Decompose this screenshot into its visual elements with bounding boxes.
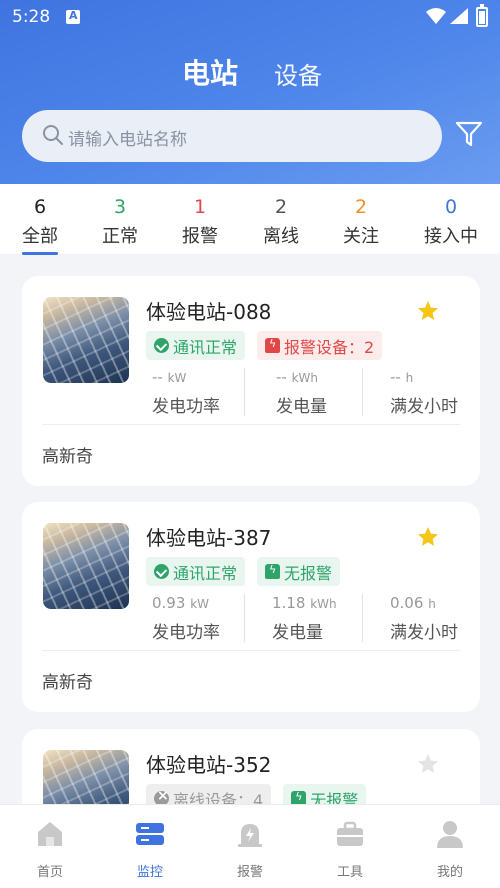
metric-energy: 1.18 kWh 发电量 <box>272 594 337 643</box>
alarm-icon <box>265 563 281 579</box>
station-thumbnail <box>43 523 129 609</box>
category-all[interactable]: 6 全部 <box>5 196 75 255</box>
category-count: 0 <box>444 196 458 218</box>
category-label: 关注 <box>343 226 379 247</box>
notification-app-icon <box>66 9 80 24</box>
category-count: 6 <box>33 196 47 218</box>
category-label: 正常 <box>102 226 138 247</box>
tab-home[interactable]: 首页 <box>15 819 85 880</box>
search-input[interactable]: 请输入电站名称 <box>22 110 442 162</box>
metric-hours: 0.06 h 满发小时 <box>390 594 458 643</box>
category-label: 接入中 <box>424 226 478 247</box>
star-icon[interactable] <box>416 299 440 323</box>
wifi-icon <box>426 8 446 24</box>
station-owner: 高新奇 <box>42 673 93 693</box>
alarm-badge: 报警设备：2 <box>257 331 383 360</box>
divider <box>362 368 363 416</box>
header: 5:28 电站 设备 请输入电站名称 <box>0 0 500 184</box>
station-name: 体验电站-352 <box>146 753 272 777</box>
search-icon <box>43 125 63 145</box>
user-icon <box>437 821 463 848</box>
category-count: 2 <box>274 196 288 218</box>
alarm-icon <box>238 824 262 847</box>
alarm-badge: 无报警 <box>257 557 341 586</box>
tab-tools[interactable]: 工具 <box>315 819 385 880</box>
tab-monitor[interactable]: 监控 <box>115 819 185 880</box>
metric-power: -- kW 发电功率 <box>152 368 220 417</box>
category-label: 全部 <box>22 226 58 247</box>
category-followed[interactable]: 2 关注 <box>326 196 396 248</box>
status-time: 5:28 <box>12 7 51 27</box>
divider <box>362 594 363 642</box>
divider <box>42 424 460 425</box>
category-alarm[interactable]: 1 报警 <box>165 196 235 248</box>
check-icon <box>154 338 169 353</box>
category-label: 离线 <box>263 226 299 247</box>
tab-alarm[interactable]: 报警 <box>215 819 285 880</box>
star-icon[interactable] <box>416 525 440 549</box>
station-owner: 高新奇 <box>42 447 93 467</box>
toolbox-icon <box>337 821 363 846</box>
category-count: 2 <box>354 196 368 218</box>
tab-station[interactable]: 电站 <box>182 52 238 92</box>
station-card[interactable]: 体验电站-088 通讯正常 报警设备：2 -- kW 发电功率 -- kWh 发… <box>22 276 480 486</box>
category-offline[interactable]: 2 离线 <box>246 196 316 248</box>
home-icon <box>38 822 62 846</box>
station-name: 体验电站-088 <box>146 300 272 324</box>
alarm-icon <box>265 337 281 353</box>
divider <box>42 650 460 651</box>
tab-profile[interactable]: 我的 <box>415 819 485 880</box>
status-badge: 通讯正常 <box>146 331 246 360</box>
check-icon <box>154 564 169 579</box>
star-icon[interactable] <box>416 752 440 776</box>
bottom-tab-bar: 首页 监控 报警 工具 我的 <box>0 804 500 888</box>
tab-device[interactable]: 设备 <box>274 56 322 91</box>
station-metrics: -- kW 发电功率 -- kWh 发电量 -- h 满发小时 <box>146 368 466 417</box>
station-card[interactable]: 体验电站-387 通讯正常 无报警 0.93 kW 发电功率 1.18 kWh … <box>22 502 480 712</box>
metric-hours: -- h 满发小时 <box>390 368 458 417</box>
category-tabs: 6 全部 3 正常 1 报警 2 离线 2 关注 0 接入中 <box>0 184 500 255</box>
station-metrics: 0.93 kW 发电功率 1.18 kWh 发电量 0.06 h 满发小时 <box>146 594 466 643</box>
category-normal[interactable]: 3 正常 <box>85 196 155 248</box>
filter-icon[interactable] <box>455 121 483 147</box>
active-indicator <box>22 252 58 255</box>
station-thumbnail <box>43 297 129 383</box>
search-placeholder: 请输入电站名称 <box>68 130 187 150</box>
metric-energy: -- kWh 发电量 <box>276 368 327 417</box>
status-badge: 通讯正常 <box>146 557 246 586</box>
battery-icon <box>476 4 488 27</box>
category-count: 1 <box>193 196 207 218</box>
signal-icon <box>450 8 468 24</box>
category-connecting[interactable]: 0 接入中 <box>416 196 486 248</box>
category-count: 3 <box>113 196 127 218</box>
status-bar: 5:28 <box>0 0 500 34</box>
monitor-icon <box>136 823 164 845</box>
divider <box>244 594 245 642</box>
divider <box>244 368 245 416</box>
metric-power: 0.93 kW 发电功率 <box>152 594 220 643</box>
category-label: 报警 <box>182 226 218 247</box>
station-name: 体验电站-387 <box>146 526 272 550</box>
